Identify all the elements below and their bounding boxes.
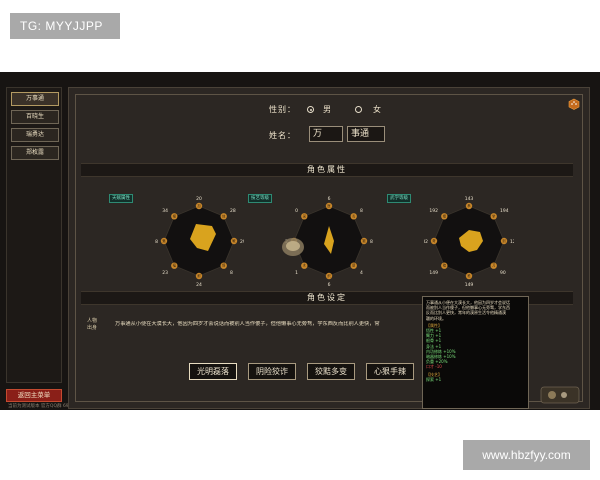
svg-text:剑: 剑 [502,238,505,243]
gender-female-radio[interactable] [355,106,362,113]
name-label: 姓名： [269,131,296,140]
watermark-top: TG: MYYJJPP [10,13,120,39]
svg-text:194: 194 [500,208,509,214]
return-main-menu-button[interactable]: 返回主菜单 [6,389,62,402]
svg-text:149: 149 [465,282,474,288]
svg-text:刀: 刀 [492,264,495,268]
svg-text:20: 20 [196,196,202,202]
cursor-glove-icon [282,238,304,256]
svg-text:0: 0 [295,208,298,214]
svg-text:182: 182 [424,239,428,245]
character-list-panel: 万事通 百晓生 瑞勇达 郑枚露 [6,87,62,383]
attributes-title: 角色属性 [307,165,347,174]
svg-text:24: 24 [196,282,202,288]
svg-text:福: 福 [173,263,176,268]
svg-text:8: 8 [370,239,373,245]
svg-text:8: 8 [360,208,363,214]
sidebar-item-zhengmeilu[interactable]: 郑枚露 [11,146,59,160]
martial-radar-chart: 拳 掌 剑 刀 枪 暗 奇 棍 143 194 126 90 149 149 1… [424,196,514,288]
gender-male-radio[interactable] [307,106,314,113]
svg-text:织: 织 [327,273,330,278]
given-name-input[interactable]: 事通 [347,126,385,142]
svg-text:加: 加 [197,203,200,208]
svg-text:4: 4 [360,270,363,276]
svg-text:6: 6 [328,196,331,202]
confirm-button-icon[interactable] [540,384,580,406]
svg-text:掌: 掌 [492,213,495,218]
trait-button-cunning[interactable]: 狡黠多变 [307,363,355,380]
gender-male-label[interactable]: 男 [323,104,331,115]
surname-input[interactable]: 万 [309,126,343,142]
bio-label: 人物 出身 [87,318,98,331]
trait-button-sinister[interactable]: 阴险狡诈 [248,363,296,380]
trait-button-upright[interactable]: 光明磊落 [189,363,237,380]
talent-radar-chart: 加 体 敏 悟 耐 福 魅 根 20 28 29 8 24 23 8 34 [155,196,244,288]
talent-attributes-tag: 天赋属性 [109,194,133,203]
bio-text: 万事通从小便在大漠长大，他因为四岁才会说话而被别人当作傻子，但他懒事心无旁骛，学… [115,321,380,327]
watermark-bottom: www.hbzfyy.com [463,440,590,470]
svg-text:126: 126 [510,239,514,245]
gender-female-label[interactable]: 女 [373,104,381,115]
svg-text:6: 6 [328,282,331,288]
random-dice-icon[interactable] [568,98,580,110]
svg-text:34: 34 [162,208,168,214]
svg-text:143: 143 [465,196,474,202]
martial-level-tag: 武学等级 [387,194,411,203]
trait-tooltip: 万事通从小便在大漠长大，他因为四岁才会说话 而被别人当作傻子，但他懒事心无旁骛，… [422,296,529,409]
trait-button-ruthless[interactable]: 心狠手辣 [366,363,414,380]
gender-label: 性别： [269,105,296,114]
svg-text:90: 90 [500,270,506,276]
svg-text:28: 28 [230,208,236,214]
game-window: 万事通 百晓生 瑞勇达 郑枚露 返回主菜单 当前为测试版本 官方QQ群 6919… [0,72,600,410]
svg-text:149: 149 [429,270,438,276]
svg-text:8: 8 [230,270,233,276]
sidebar-item-baixiaosheng[interactable]: 百晓生 [11,110,59,124]
svg-text:8: 8 [155,239,158,245]
sidebar-item-ruiyongda[interactable]: 瑞勇达 [11,128,59,142]
svg-text:1: 1 [295,270,298,276]
sidebar-item-wanshitong[interactable]: 万事通 [11,92,59,106]
craft-level-tag: 技艺等级 [248,194,272,203]
attributes-header: 角色属性 [81,163,573,177]
svg-text:23: 23 [162,270,168,276]
svg-text:29: 29 [240,239,244,245]
svg-text:192: 192 [429,208,438,214]
